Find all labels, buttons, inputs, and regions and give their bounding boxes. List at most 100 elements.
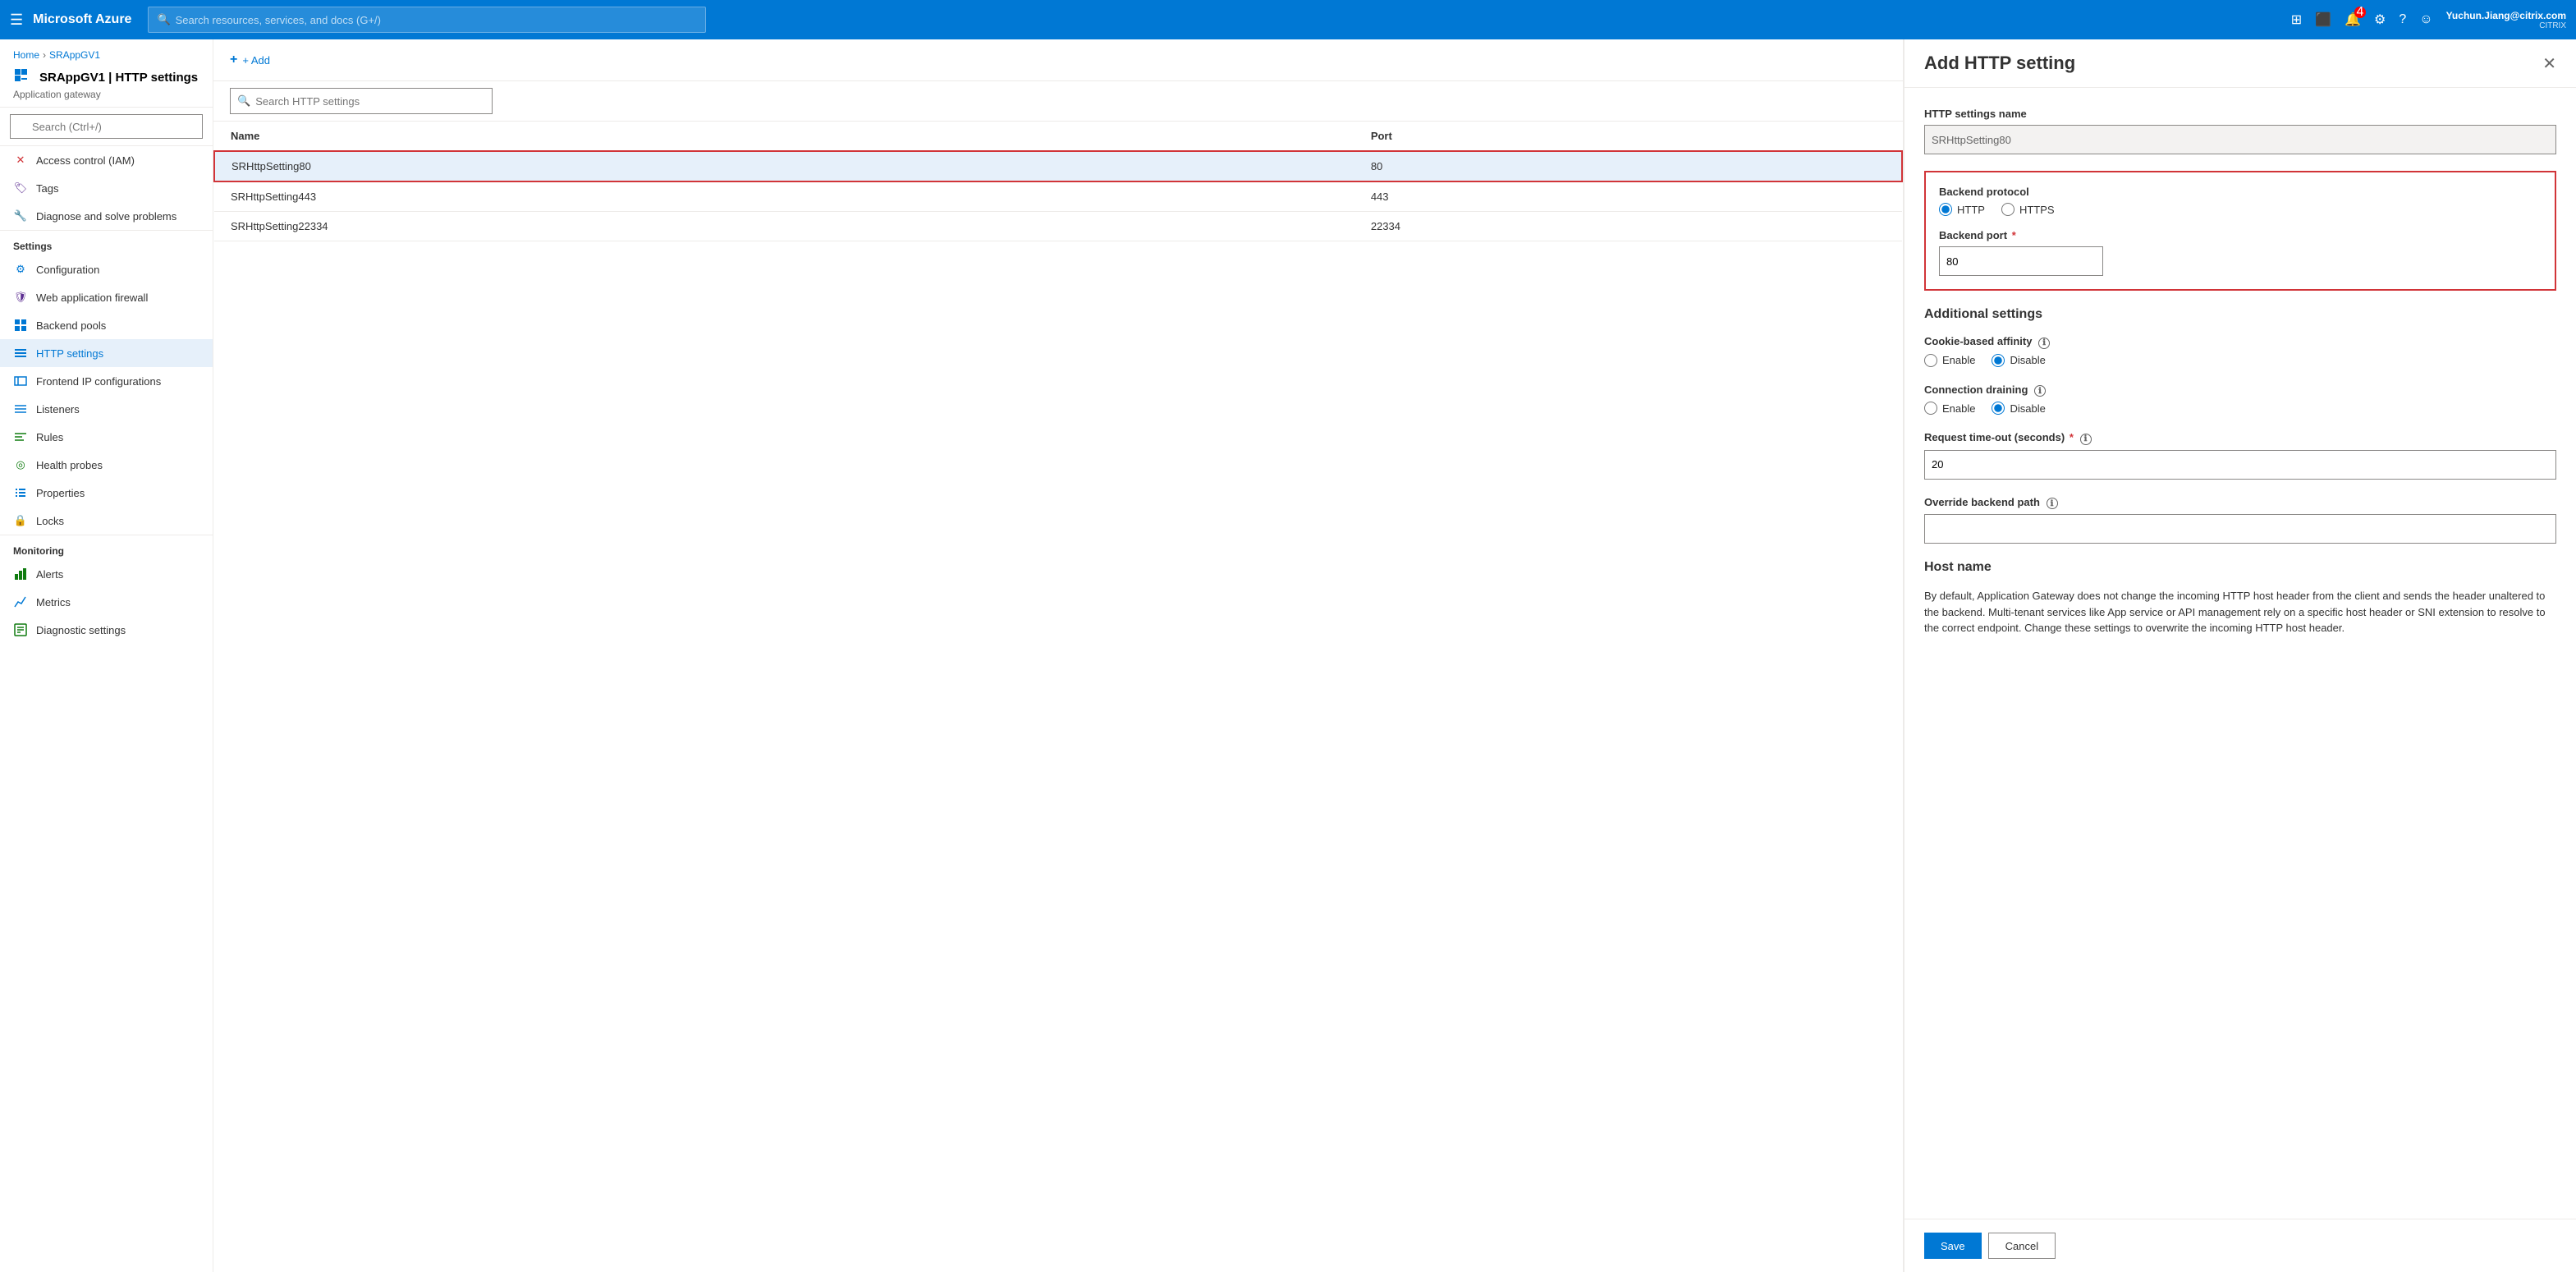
sidebar-item-label-diagnose: Diagnose and solve problems — [36, 210, 176, 223]
search-icon: 🔍 — [157, 13, 170, 26]
hamburger-menu[interactable]: ☰ — [10, 11, 23, 29]
sidebar-title-icon — [13, 67, 33, 87]
host-name-title: Host name — [1924, 560, 2556, 575]
sidebar-item-tags[interactable]: 🏷 Tags — [0, 174, 213, 202]
sidebar-item-waf[interactable]: 🛡 Web application firewall — [0, 283, 213, 311]
panel-search-icon: 🔍 — [237, 94, 250, 108]
global-search-box[interactable]: 🔍 — [148, 7, 706, 33]
drain-enable-option[interactable]: Enable — [1924, 402, 1975, 415]
sidebar: Home › SRAppGV1 SRAppGV1 | HTTP settings… — [0, 39, 213, 1272]
brand-logo: Microsoft Azure — [33, 12, 131, 27]
http-settings-name-input[interactable] — [1924, 125, 2556, 154]
save-button[interactable]: Save — [1924, 1233, 1982, 1259]
protocol-http-radio[interactable] — [1939, 203, 1952, 216]
portal-icon[interactable]: ⊞ — [2291, 11, 2302, 28]
override-backend-path-input[interactable] — [1924, 514, 2556, 544]
sidebar-item-metrics[interactable]: Metrics — [0, 588, 213, 616]
sidebar-item-label-http-settings: HTTP settings — [36, 347, 103, 360]
cookie-disable-option[interactable]: Disable — [1992, 354, 2045, 367]
sidebar-search-input[interactable] — [10, 114, 203, 139]
right-panel-title: Add HTTP setting — [1924, 53, 2075, 74]
sidebar-item-configuration[interactable]: ⚙ Configuration — [0, 255, 213, 283]
request-timeout-info-icon[interactable]: ℹ — [2080, 434, 2092, 445]
backend-pools-icon — [13, 318, 28, 333]
http-settings-icon — [13, 346, 28, 360]
breadcrumb-resource[interactable]: SRAppGV1 — [49, 49, 100, 61]
sidebar-item-label-alerts: Alerts — [36, 568, 63, 581]
sidebar-item-http-settings[interactable]: HTTP settings — [0, 339, 213, 367]
sidebar-item-diagnostic[interactable]: Diagnostic settings — [0, 616, 213, 644]
http-settings-name-group: HTTP settings name — [1924, 108, 2556, 154]
sidebar-item-rules[interactable]: Rules — [0, 423, 213, 451]
protocol-https-option[interactable]: HTTPS — [2001, 203, 2055, 216]
protocol-http-label: HTTP — [1957, 204, 1985, 216]
user-name: Yuchun.Jiang@citrix.com — [2446, 10, 2566, 21]
sidebar-item-label-metrics: Metrics — [36, 596, 71, 608]
drain-enable-radio[interactable] — [1924, 402, 1937, 415]
backend-port-required: * — [2012, 229, 2016, 241]
sidebar-item-label-locks: Locks — [36, 515, 64, 527]
user-org: CITRIX — [2446, 21, 2566, 30]
table-row[interactable]: SRHttpSetting22334 22334 — [214, 212, 1902, 241]
user-profile[interactable]: Yuchun.Jiang@citrix.com CITRIX — [2446, 10, 2566, 30]
table-row[interactable]: SRHttpSetting80 80 — [214, 151, 1902, 181]
cookie-enable-label: Enable — [1942, 354, 1975, 366]
global-search-input[interactable] — [176, 14, 698, 26]
additional-settings-title: Additional settings — [1924, 307, 2556, 322]
help-icon[interactable]: ? — [2399, 12, 2406, 27]
sidebar-item-access-control[interactable]: ✕ Access control (IAM) — [0, 146, 213, 174]
sidebar-item-health-probes[interactable]: ◎ Health probes — [0, 451, 213, 479]
table-row[interactable]: SRHttpSetting443 443 — [214, 181, 1902, 212]
monitoring-section-label: Monitoring — [0, 535, 213, 560]
cookie-affinity-label: Cookie-based affinity ℹ — [1924, 335, 2556, 349]
backend-port-input[interactable] — [1939, 246, 2103, 276]
add-button[interactable]: + + Add — [230, 49, 270, 71]
add-label: + Add — [242, 54, 270, 67]
protocol-https-radio[interactable] — [2001, 203, 2015, 216]
override-backend-path-info-icon[interactable]: ℹ — [2047, 498, 2058, 509]
request-timeout-input[interactable] — [1924, 450, 2556, 480]
drain-disable-label: Disable — [2010, 402, 2045, 415]
sidebar-item-locks[interactable]: 🔒 Locks — [0, 507, 213, 535]
drain-disable-radio[interactable] — [1992, 402, 2005, 415]
settings-section-label: Settings — [0, 230, 213, 255]
protocol-https-label: HTTPS — [2019, 204, 2055, 216]
cancel-button[interactable]: Cancel — [1988, 1233, 2056, 1259]
notification-count: 4 — [2354, 7, 2366, 18]
connection-draining-info-icon[interactable]: ℹ — [2034, 385, 2046, 397]
sidebar-item-label-diagnostic: Diagnostic settings — [36, 624, 126, 636]
sidebar-item-frontend-ip[interactable]: Frontend IP configurations — [0, 367, 213, 395]
feedback-icon[interactable]: ☺ — [2419, 12, 2432, 27]
http-settings-panel: + + Add 🔍 Name Port — [213, 39, 1903, 1272]
settings-icon[interactable]: ⚙ — [2374, 11, 2386, 28]
cookie-enable-option[interactable]: Enable — [1924, 354, 1975, 367]
sidebar-item-listeners[interactable]: Listeners — [0, 395, 213, 423]
sidebar-item-diagnose[interactable]: 🔧 Diagnose and solve problems — [0, 202, 213, 230]
sidebar-item-label-access: Access control (IAM) — [36, 154, 135, 167]
breadcrumb-home[interactable]: Home — [13, 49, 39, 61]
cookie-disable-radio[interactable] — [1992, 354, 2005, 367]
sidebar-item-backend-pools[interactable]: Backend pools — [0, 311, 213, 339]
sidebar-item-alerts[interactable]: Alerts — [0, 560, 213, 588]
diagnose-icon: 🔧 — [13, 209, 28, 223]
panel-search-input[interactable] — [255, 95, 485, 108]
sidebar-item-properties[interactable]: Properties — [0, 479, 213, 507]
close-button[interactable]: ✕ — [2542, 53, 2556, 74]
backend-port-group: Backend port * — [1939, 229, 2542, 276]
locks-icon: 🔒 — [13, 513, 28, 528]
protocol-http-option[interactable]: HTTP — [1939, 203, 1985, 216]
cookie-affinity-info-icon[interactable]: ℹ — [2038, 338, 2050, 349]
sidebar-subtitle: Application gateway — [13, 89, 199, 100]
drain-disable-option[interactable]: Disable — [1992, 402, 2045, 415]
cloud-shell-icon[interactable]: ⬛ — [2315, 11, 2331, 28]
notifications-icon[interactable]: 🔔 4 — [2345, 11, 2361, 28]
row-name: SRHttpSetting443 — [214, 181, 1354, 212]
sidebar-item-label-backend-pools: Backend pools — [36, 319, 106, 332]
cookie-enable-radio[interactable] — [1924, 354, 1937, 367]
highlighted-backend-section: Backend protocol HTTP HTTPS — [1924, 171, 2556, 291]
sidebar-item-label-health-probes: Health probes — [36, 459, 103, 471]
row-name: SRHttpSetting22334 — [214, 212, 1354, 241]
connection-draining-label: Connection draining ℹ — [1924, 383, 2556, 397]
backend-port-label: Backend port * — [1939, 229, 2542, 241]
panel-search-box[interactable]: 🔍 — [230, 88, 493, 114]
